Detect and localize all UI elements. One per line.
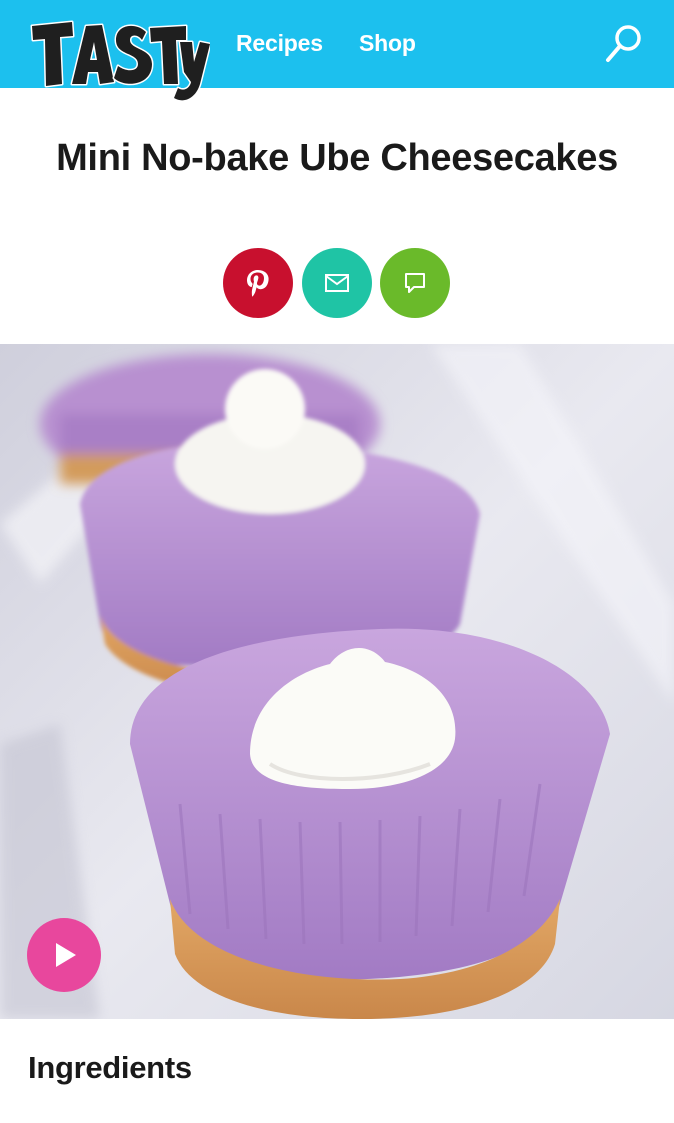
- search-icon: [606, 25, 641, 62]
- comment-share-button[interactable]: [380, 248, 450, 318]
- nav-recipes-link[interactable]: Recipes: [236, 30, 323, 57]
- search-button[interactable]: [604, 22, 646, 64]
- pinterest-icon: [247, 270, 269, 297]
- recipe-title: Mini No-bake Ube Cheesecakes: [56, 137, 618, 179]
- nav-shop-link[interactable]: Shop: [359, 30, 416, 57]
- pinterest-share-button[interactable]: [223, 248, 293, 318]
- ingredients-heading: Ingredients: [28, 1050, 192, 1085]
- play-icon: [56, 943, 76, 967]
- email-share-button[interactable]: [302, 248, 372, 318]
- recipe-hero-image[interactable]: [0, 344, 674, 1019]
- share-buttons: [223, 248, 453, 318]
- tasty-logo[interactable]: [28, 14, 210, 106]
- site-header: Recipes Shop: [0, 0, 674, 102]
- email-icon: [325, 274, 349, 292]
- comment-icon: [405, 273, 425, 293]
- mini-ube-cheesecakes-photo: [0, 344, 674, 1019]
- play-video-button[interactable]: [27, 918, 101, 992]
